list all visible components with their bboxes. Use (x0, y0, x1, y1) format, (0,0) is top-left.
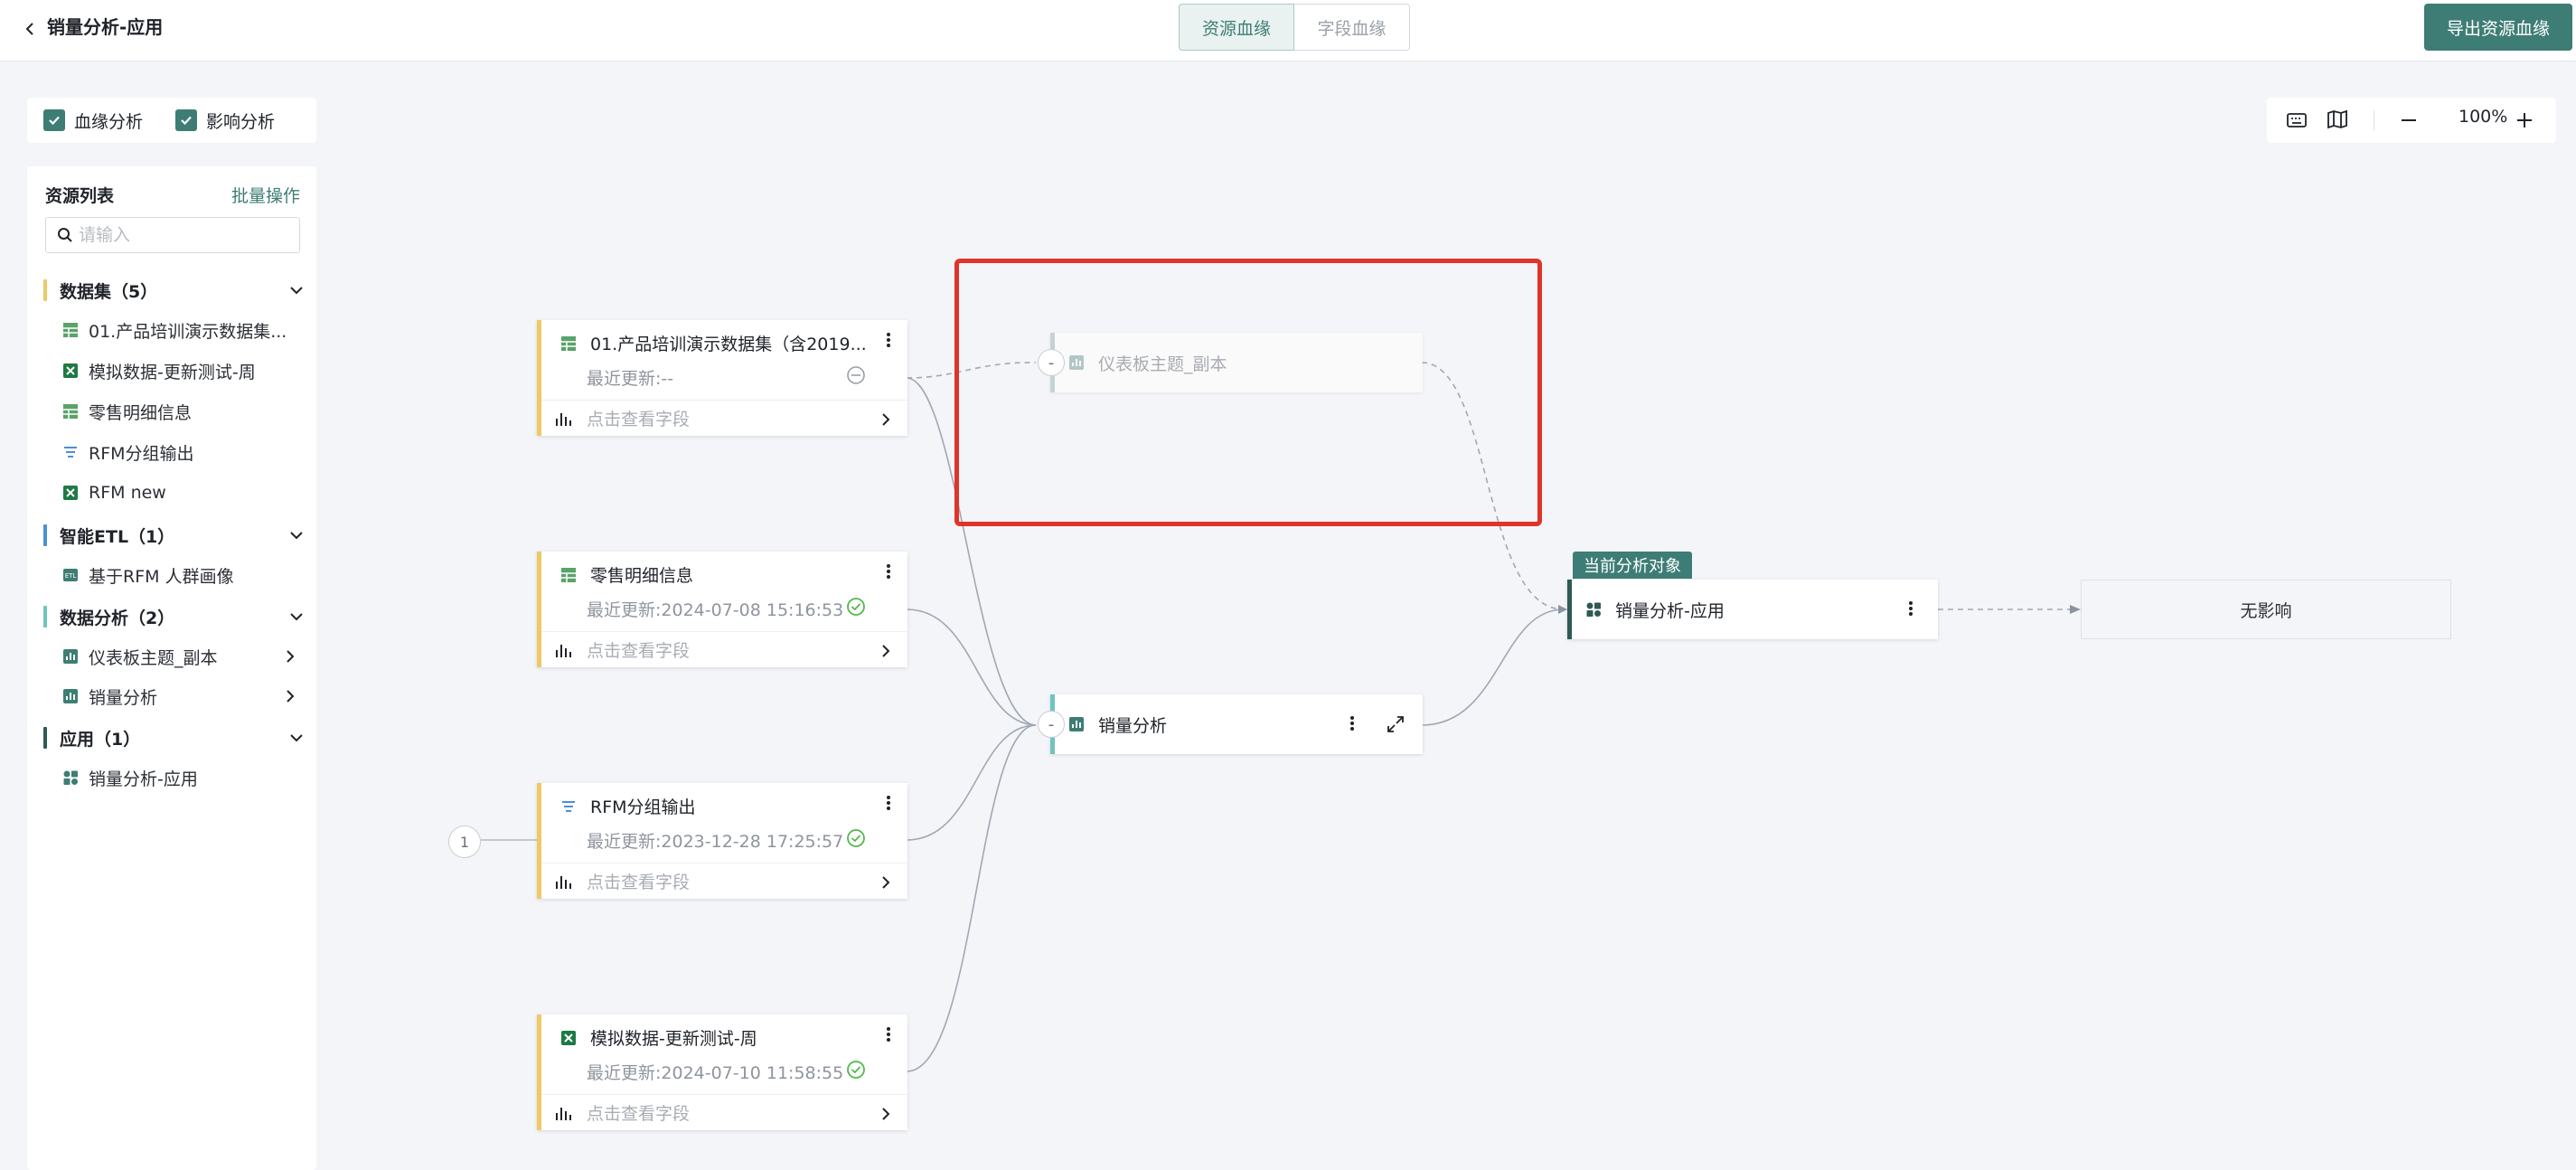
last-updated: 最近更新:2024-07-10 11:58:55 (587, 1063, 844, 1083)
more-vertical-icon[interactable] (886, 1025, 891, 1047)
node-name: RFM分组输出 (590, 797, 696, 817)
last-updated: 最近更新:2024-07-08 15:16:53 (587, 600, 844, 620)
dataset-node-card[interactable]: 零售明细信息 最近更新:2024-07-08 15:16:53 点击查看字段 (537, 552, 907, 667)
status-success-icon (846, 828, 866, 852)
app-icon (1586, 602, 1601, 617)
node-name: 销量分析 (1098, 715, 1168, 736)
view-fields-link[interactable]: 点击查看字段 (541, 400, 907, 436)
node-name: 零售明细信息 (590, 566, 694, 586)
node-header: 零售明细信息 (559, 562, 693, 587)
node-name: 模拟数据-更新测试-周 (590, 1029, 757, 1049)
status-success-icon (846, 1060, 866, 1083)
node-header: 01.产品培训演示数据集（含2019... (559, 331, 867, 355)
current-object-tag: 当前分析对象 (1573, 552, 1692, 579)
more-vertical-icon[interactable] (1908, 599, 1913, 622)
view-fields-label: 点击查看字段 (587, 873, 691, 892)
last-updated: 最近更新:2023-12-28 17:25:57 (587, 832, 844, 852)
chevron-right-icon (879, 1106, 893, 1126)
view-fields-label: 点击查看字段 (587, 1104, 691, 1124)
sales-analysis-node[interactable]: 销量分析 (1050, 694, 1423, 754)
view-fields-label: 点击查看字段 (587, 641, 691, 661)
current-app-node[interactable]: 销量分析-应用 (1567, 580, 1938, 639)
status-none-icon (846, 365, 866, 389)
view-fields-link[interactable]: 点击查看字段 (541, 863, 907, 899)
chevron-right-icon (879, 874, 893, 894)
last-updated: 最近更新:-- (587, 369, 674, 389)
excel-icon (561, 1030, 576, 1045)
dataset-table-icon (561, 567, 576, 582)
status-success-icon (846, 597, 866, 620)
bar-chart-icon (554, 641, 572, 664)
node-header: RFM分组输出 (559, 794, 696, 818)
more-vertical-icon[interactable] (1349, 714, 1355, 737)
chevron-right-icon (879, 411, 893, 431)
dataset-node-card[interactable]: 模拟数据-更新测试-周 最近更新:2024-07-10 11:58:55 点击查… (537, 1014, 907, 1130)
dataset-node-card[interactable]: RFM分组输出 最近更新:2023-12-28 17:25:57 点击查看字段 (537, 783, 907, 899)
bar-chart-icon (554, 1104, 572, 1127)
dataset-node-card[interactable]: 01.产品培训演示数据集（含2019... 最近更新:-- 点击查看字段 (537, 320, 907, 436)
collapse-toggle[interactable]: - (1038, 711, 1065, 738)
upstream-count-badge[interactable]: 1 (448, 826, 481, 858)
expand-icon[interactable] (1386, 714, 1406, 739)
node-name: 销量分析-应用 (1615, 600, 1725, 621)
bar-chart-icon (554, 873, 572, 895)
view-fields-label: 点击查看字段 (587, 410, 691, 429)
dataset-table-icon (561, 335, 576, 351)
node-name: 01.产品培训演示数据集（含2019... (590, 335, 867, 354)
bar-chart-icon (554, 410, 572, 432)
more-vertical-icon[interactable] (886, 331, 891, 353)
node-header: 模拟数据-更新测试-周 (559, 1025, 757, 1050)
no-impact-node: 无影响 (2081, 580, 2451, 639)
more-vertical-icon[interactable] (886, 794, 891, 816)
view-fields-link[interactable]: 点击查看字段 (541, 631, 907, 667)
highlight-annotation-box (954, 259, 1542, 526)
chevron-right-icon (879, 643, 893, 663)
more-vertical-icon[interactable] (886, 562, 891, 584)
view-fields-link[interactable]: 点击查看字段 (541, 1094, 907, 1130)
etl-output-icon (562, 800, 575, 812)
dashboard-icon (1069, 717, 1084, 731)
